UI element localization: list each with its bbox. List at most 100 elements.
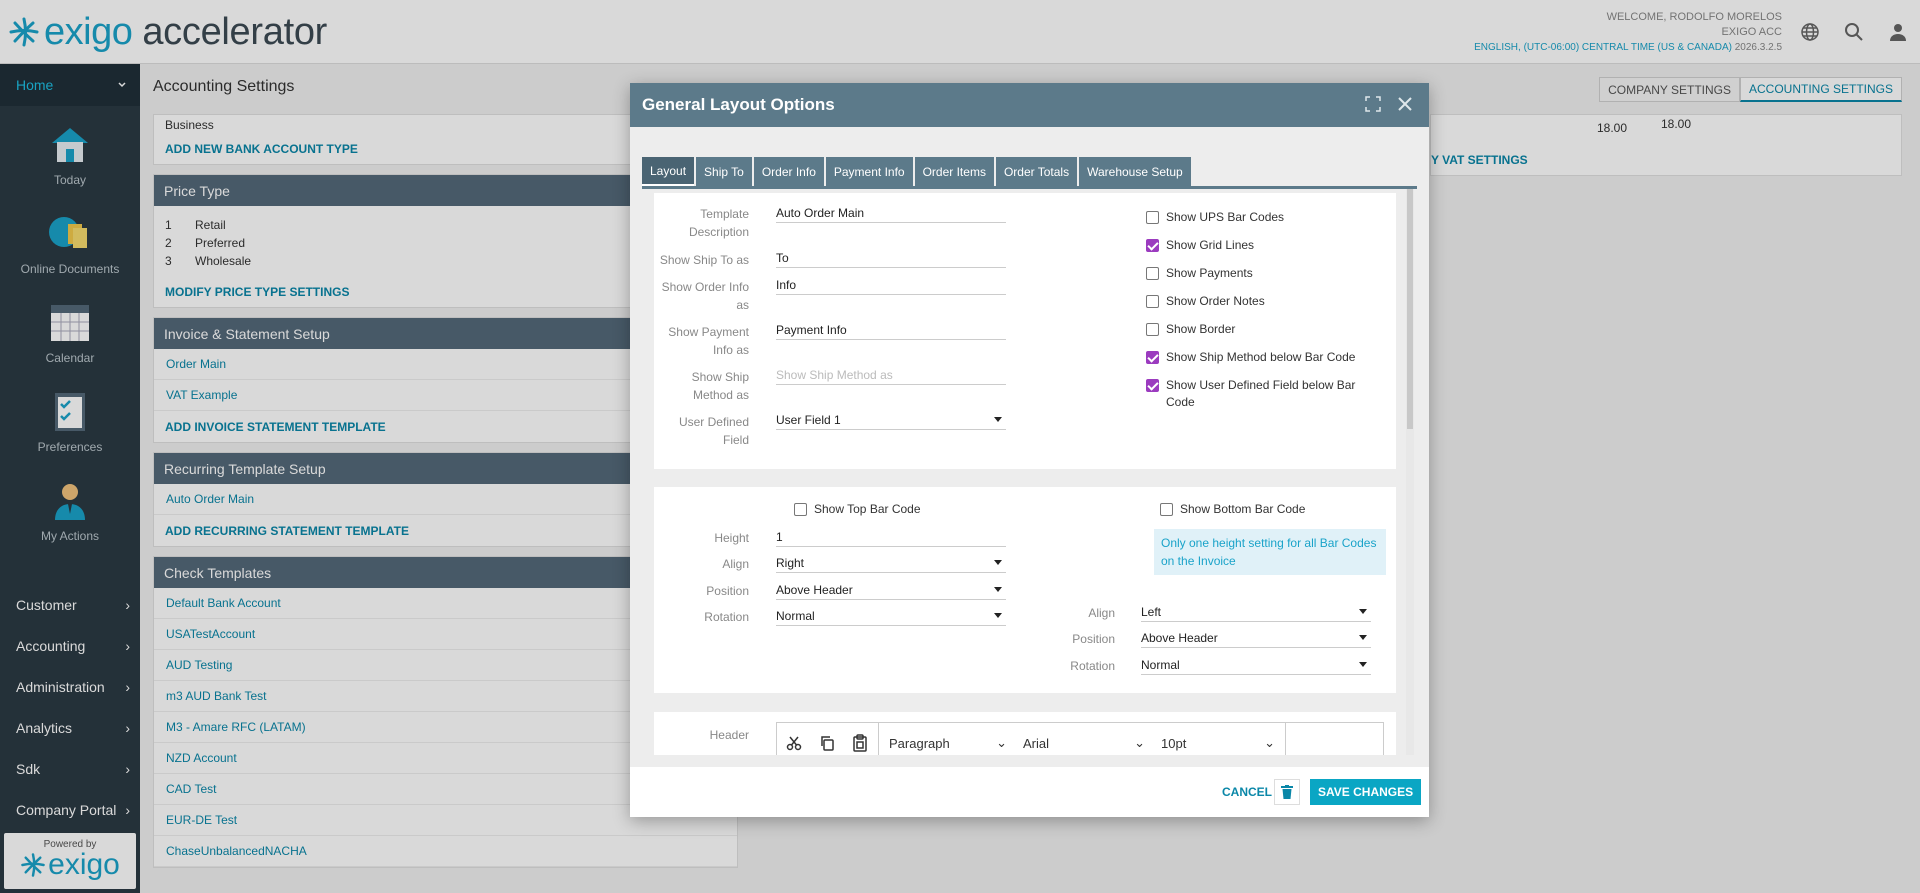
order-info-as-input[interactable]: Info (776, 275, 1006, 295)
copy-button[interactable] (810, 723, 843, 755)
select-value: Normal (776, 608, 815, 623)
checkbox-label: Show User Defined Field below Bar Code (1166, 378, 1356, 409)
checkbox-label: Show Payments (1166, 266, 1253, 280)
field-label: Align (1088, 606, 1115, 620)
checkbox-box (1146, 211, 1159, 224)
tab-warehouse-setup[interactable]: Warehouse Setup (1079, 157, 1191, 186)
dropdown-caret-icon (1359, 609, 1367, 614)
checkbox-box (794, 503, 807, 516)
checkbox-label: Show Top Bar Code (814, 502, 921, 516)
copy-icon (820, 736, 834, 751)
checkbox-label: Show Order Notes (1166, 294, 1265, 308)
select-value: 10pt (1161, 735, 1187, 751)
show-top-bar-code-checkbox[interactable]: Show Top Bar Code (794, 501, 921, 518)
trash-icon (1281, 785, 1293, 799)
tab-layout[interactable]: Layout (642, 157, 695, 186)
dialog-title: General Layout Options (642, 95, 835, 114)
top-rotation-select[interactable]: Normal (776, 606, 1006, 626)
paragraph-format-select[interactable]: Paragraph ⌄ (881, 723, 1015, 755)
top-position-select[interactable]: Above Header (776, 580, 1006, 600)
dropdown-caret-icon (994, 417, 1002, 422)
cut-button[interactable] (777, 723, 810, 755)
select-value: Left (1141, 604, 1162, 619)
scissors-icon (786, 736, 801, 751)
field-label: Rotation (1070, 659, 1115, 673)
user-defined-field-select[interactable]: User Field 1 (776, 410, 1006, 430)
tab-payment-info[interactable]: Payment Info (825, 157, 913, 186)
bottom-align-select[interactable]: Left (1141, 602, 1371, 622)
checkbox-label: Show Ship Method below Bar Code (1166, 350, 1356, 364)
field-label: Height (714, 531, 749, 545)
dropdown-caret-icon (994, 613, 1002, 618)
paste-button[interactable] (843, 723, 876, 755)
bar-code-height-info: Only one height setting for all Bar Code… (1154, 529, 1386, 575)
checkbox-label: Show Border (1166, 322, 1236, 336)
tab-ship-to[interactable]: Ship To (696, 157, 752, 186)
field-label: Header (709, 728, 749, 742)
close-icon[interactable] (1395, 94, 1415, 114)
select-value: User Field 1 (776, 412, 841, 427)
save-changes-button[interactable]: SAVE CHANGES (1310, 779, 1422, 805)
tab-order-items[interactable]: Order Items (914, 157, 994, 186)
show-bottom-bar-code-checkbox[interactable]: Show Bottom Bar Code (1160, 501, 1305, 518)
payment-info-as-input[interactable]: Payment Info (776, 320, 1006, 340)
template-description-input[interactable]: Auto Order Main (776, 203, 1006, 223)
show-user-defined-field-below-bar-code-checkbox[interactable]: Show User Defined Field below Bar Code (1146, 377, 1376, 411)
field-label: Show Payment Info as (668, 325, 749, 357)
header-editor-card: Header Paragraph ⌄ Arial ⌄ 10pt ⌄ (654, 712, 1396, 755)
field-label: Show Ship Method as (691, 370, 749, 402)
show-grid-lines-checkbox[interactable]: Show Grid Lines (1146, 237, 1254, 254)
show-payments-checkbox[interactable]: Show Payments (1146, 265, 1253, 282)
ship-to-as-input[interactable]: To (776, 248, 1006, 268)
show-ups-bar-codes-checkbox[interactable]: Show UPS Bar Codes (1146, 209, 1284, 226)
tab-order-totals[interactable]: Order Totals (995, 157, 1078, 186)
select-value: Above Header (1141, 630, 1218, 645)
dialog-body: Layout Ship To Order Info Payment Info O… (630, 127, 1429, 767)
general-options-card: Template Description Auto Order Main Sho… (654, 193, 1396, 469)
layout-scroll-area: Template Description Auto Order Main Sho… (642, 189, 1405, 755)
select-value: Arial (1023, 735, 1050, 751)
field-label: Show Order Info as (661, 280, 749, 312)
checkbox-box (1160, 503, 1173, 516)
font-size-select[interactable]: 10pt ⌄ (1153, 723, 1283, 755)
dialog-tabs: Layout Ship To Order Info Payment Info O… (642, 157, 1193, 186)
checkbox-box (1146, 323, 1159, 336)
general-layout-dialog: General Layout Options Layout Ship To Or… (630, 83, 1429, 817)
top-align-select[interactable]: Right (776, 553, 1006, 573)
chevron-down-icon: ⌄ (1134, 735, 1145, 750)
dropdown-caret-icon (1359, 662, 1367, 667)
bottom-position-select[interactable]: Above Header (1141, 628, 1371, 648)
field-label: Rotation (704, 610, 749, 624)
select-value: Above Header (776, 582, 853, 597)
field-label: Position (706, 584, 749, 598)
checkbox-label: Show Grid Lines (1166, 238, 1255, 252)
bottom-rotation-select[interactable]: Normal (1141, 655, 1371, 675)
dialog-footer: CANCEL SAVE CHANGES (630, 767, 1429, 817)
tab-order-info[interactable]: Order Info (753, 157, 824, 186)
font-family-select[interactable]: Arial ⌄ (1015, 723, 1153, 755)
dropdown-caret-icon (994, 560, 1002, 565)
checkbox-box (1146, 239, 1159, 252)
field-label: Show Ship To as (659, 253, 749, 267)
ship-method-as-input[interactable]: Show Ship Method as (776, 365, 1006, 385)
show-ship-method-below-bar-code-checkbox[interactable]: Show Ship Method below Bar Code (1146, 349, 1355, 366)
toolbar-divider (878, 723, 879, 755)
cancel-button[interactable]: CANCEL (1216, 779, 1278, 805)
chevron-down-icon: ⌄ (1264, 735, 1275, 750)
checkbox-box (1146, 351, 1159, 364)
dialog-scrollbar[interactable] (1406, 189, 1414, 755)
dialog-header: General Layout Options (630, 83, 1429, 127)
show-border-checkbox[interactable]: Show Border (1146, 321, 1235, 338)
header-rich-text-editor: Paragraph ⌄ Arial ⌄ 10pt ⌄ (776, 722, 1384, 755)
scrollbar-thumb[interactable] (1407, 189, 1413, 429)
checkbox-box (1146, 267, 1159, 280)
dropdown-caret-icon (994, 587, 1002, 592)
clipboard-icon (852, 734, 867, 752)
show-order-notes-checkbox[interactable]: Show Order Notes (1146, 293, 1265, 310)
bar-code-height-input[interactable]: 1 (776, 527, 1006, 547)
expand-icon[interactable] (1365, 96, 1381, 112)
delete-button[interactable] (1274, 779, 1300, 805)
dropdown-caret-icon (1359, 635, 1367, 640)
bar-code-card: Show Top Bar Code Show Bottom Bar Code O… (654, 487, 1396, 693)
field-label: Align (722, 557, 749, 571)
